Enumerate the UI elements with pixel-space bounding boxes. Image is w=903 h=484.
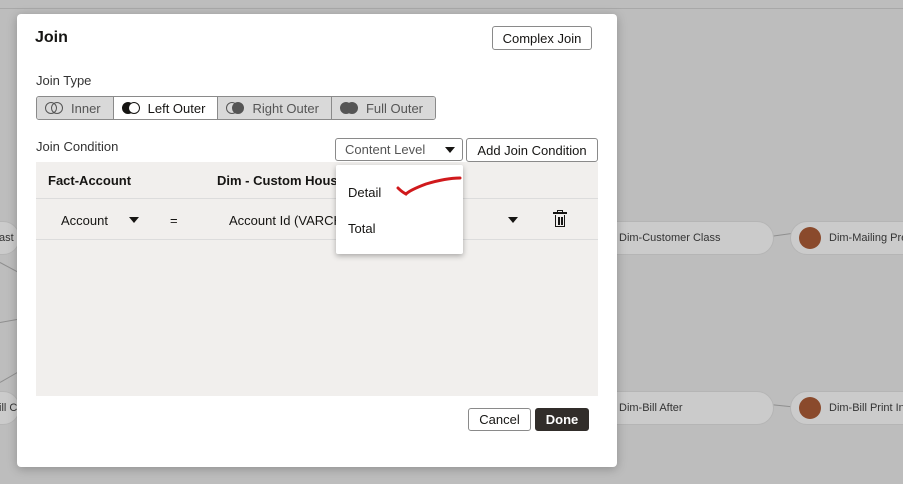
right-table-header: Dim - Custom House xyxy=(217,173,345,188)
join-type-right-outer[interactable]: Right Outer xyxy=(218,97,332,119)
node-icon xyxy=(799,397,821,419)
join-dialog: Join Complex Join Join Type Inner Left O… xyxy=(17,14,617,467)
content-level-select[interactable]: Content Level xyxy=(335,138,463,161)
node-icon xyxy=(799,227,821,249)
left-table-header: Fact-Account xyxy=(48,173,132,188)
chevron-down-icon xyxy=(445,147,455,153)
join-type-selector: Inner Left Outer Right Outer Full Outer xyxy=(36,96,437,120)
cancel-button[interactable]: Cancel xyxy=(468,408,531,431)
table-header: Fact-Account Dim - Custom House xyxy=(36,162,598,198)
chevron-down-icon[interactable] xyxy=(508,217,518,223)
add-join-condition-button[interactable]: Add Join Condition xyxy=(466,138,598,162)
content-level-option-detail[interactable]: Detail xyxy=(348,185,381,200)
canvas-top-divider xyxy=(0,8,903,9)
diagram-node[interactable]: Dim-Customer Class xyxy=(600,221,774,255)
join-type-full-outer[interactable]: Full Outer xyxy=(331,97,436,119)
join-type-left-outer[interactable]: Left Outer xyxy=(113,97,219,119)
full-outer-join-icon xyxy=(339,102,358,114)
done-button[interactable]: Done xyxy=(535,408,589,431)
left-column-select[interactable]: Account xyxy=(61,213,108,228)
join-condition-table: Fact-Account Dim - Custom House Account … xyxy=(36,162,598,396)
checkmark-annotation xyxy=(396,176,462,196)
delete-icon[interactable] xyxy=(553,210,567,227)
content-level-option-total[interactable]: Total xyxy=(348,221,375,236)
diagram-node[interactable]: Dim-Bill Print In xyxy=(790,391,903,425)
chevron-down-icon[interactable] xyxy=(129,217,139,223)
join-type-label: Join Type xyxy=(36,73,92,88)
dialog-title: Join xyxy=(35,29,68,46)
connector-line xyxy=(0,372,18,383)
inner-join-icon xyxy=(45,102,63,114)
table-row: Account = Account Id (VARCH xyxy=(36,198,598,240)
diagram-node[interactable]: Dim-Bill After xyxy=(600,391,774,425)
left-outer-join-icon xyxy=(121,102,140,114)
complex-join-button[interactable]: Complex Join xyxy=(492,26,592,50)
diagram-node[interactable]: Dim-Mailing Pre xyxy=(790,221,903,255)
connector-line xyxy=(0,262,18,273)
join-type-inner[interactable]: Inner xyxy=(37,97,114,119)
right-outer-join-icon xyxy=(226,102,245,114)
join-condition-label: Join Condition xyxy=(36,139,119,154)
right-column-select[interactable]: Account Id (VARCH xyxy=(229,213,343,228)
operator: = xyxy=(170,213,178,228)
